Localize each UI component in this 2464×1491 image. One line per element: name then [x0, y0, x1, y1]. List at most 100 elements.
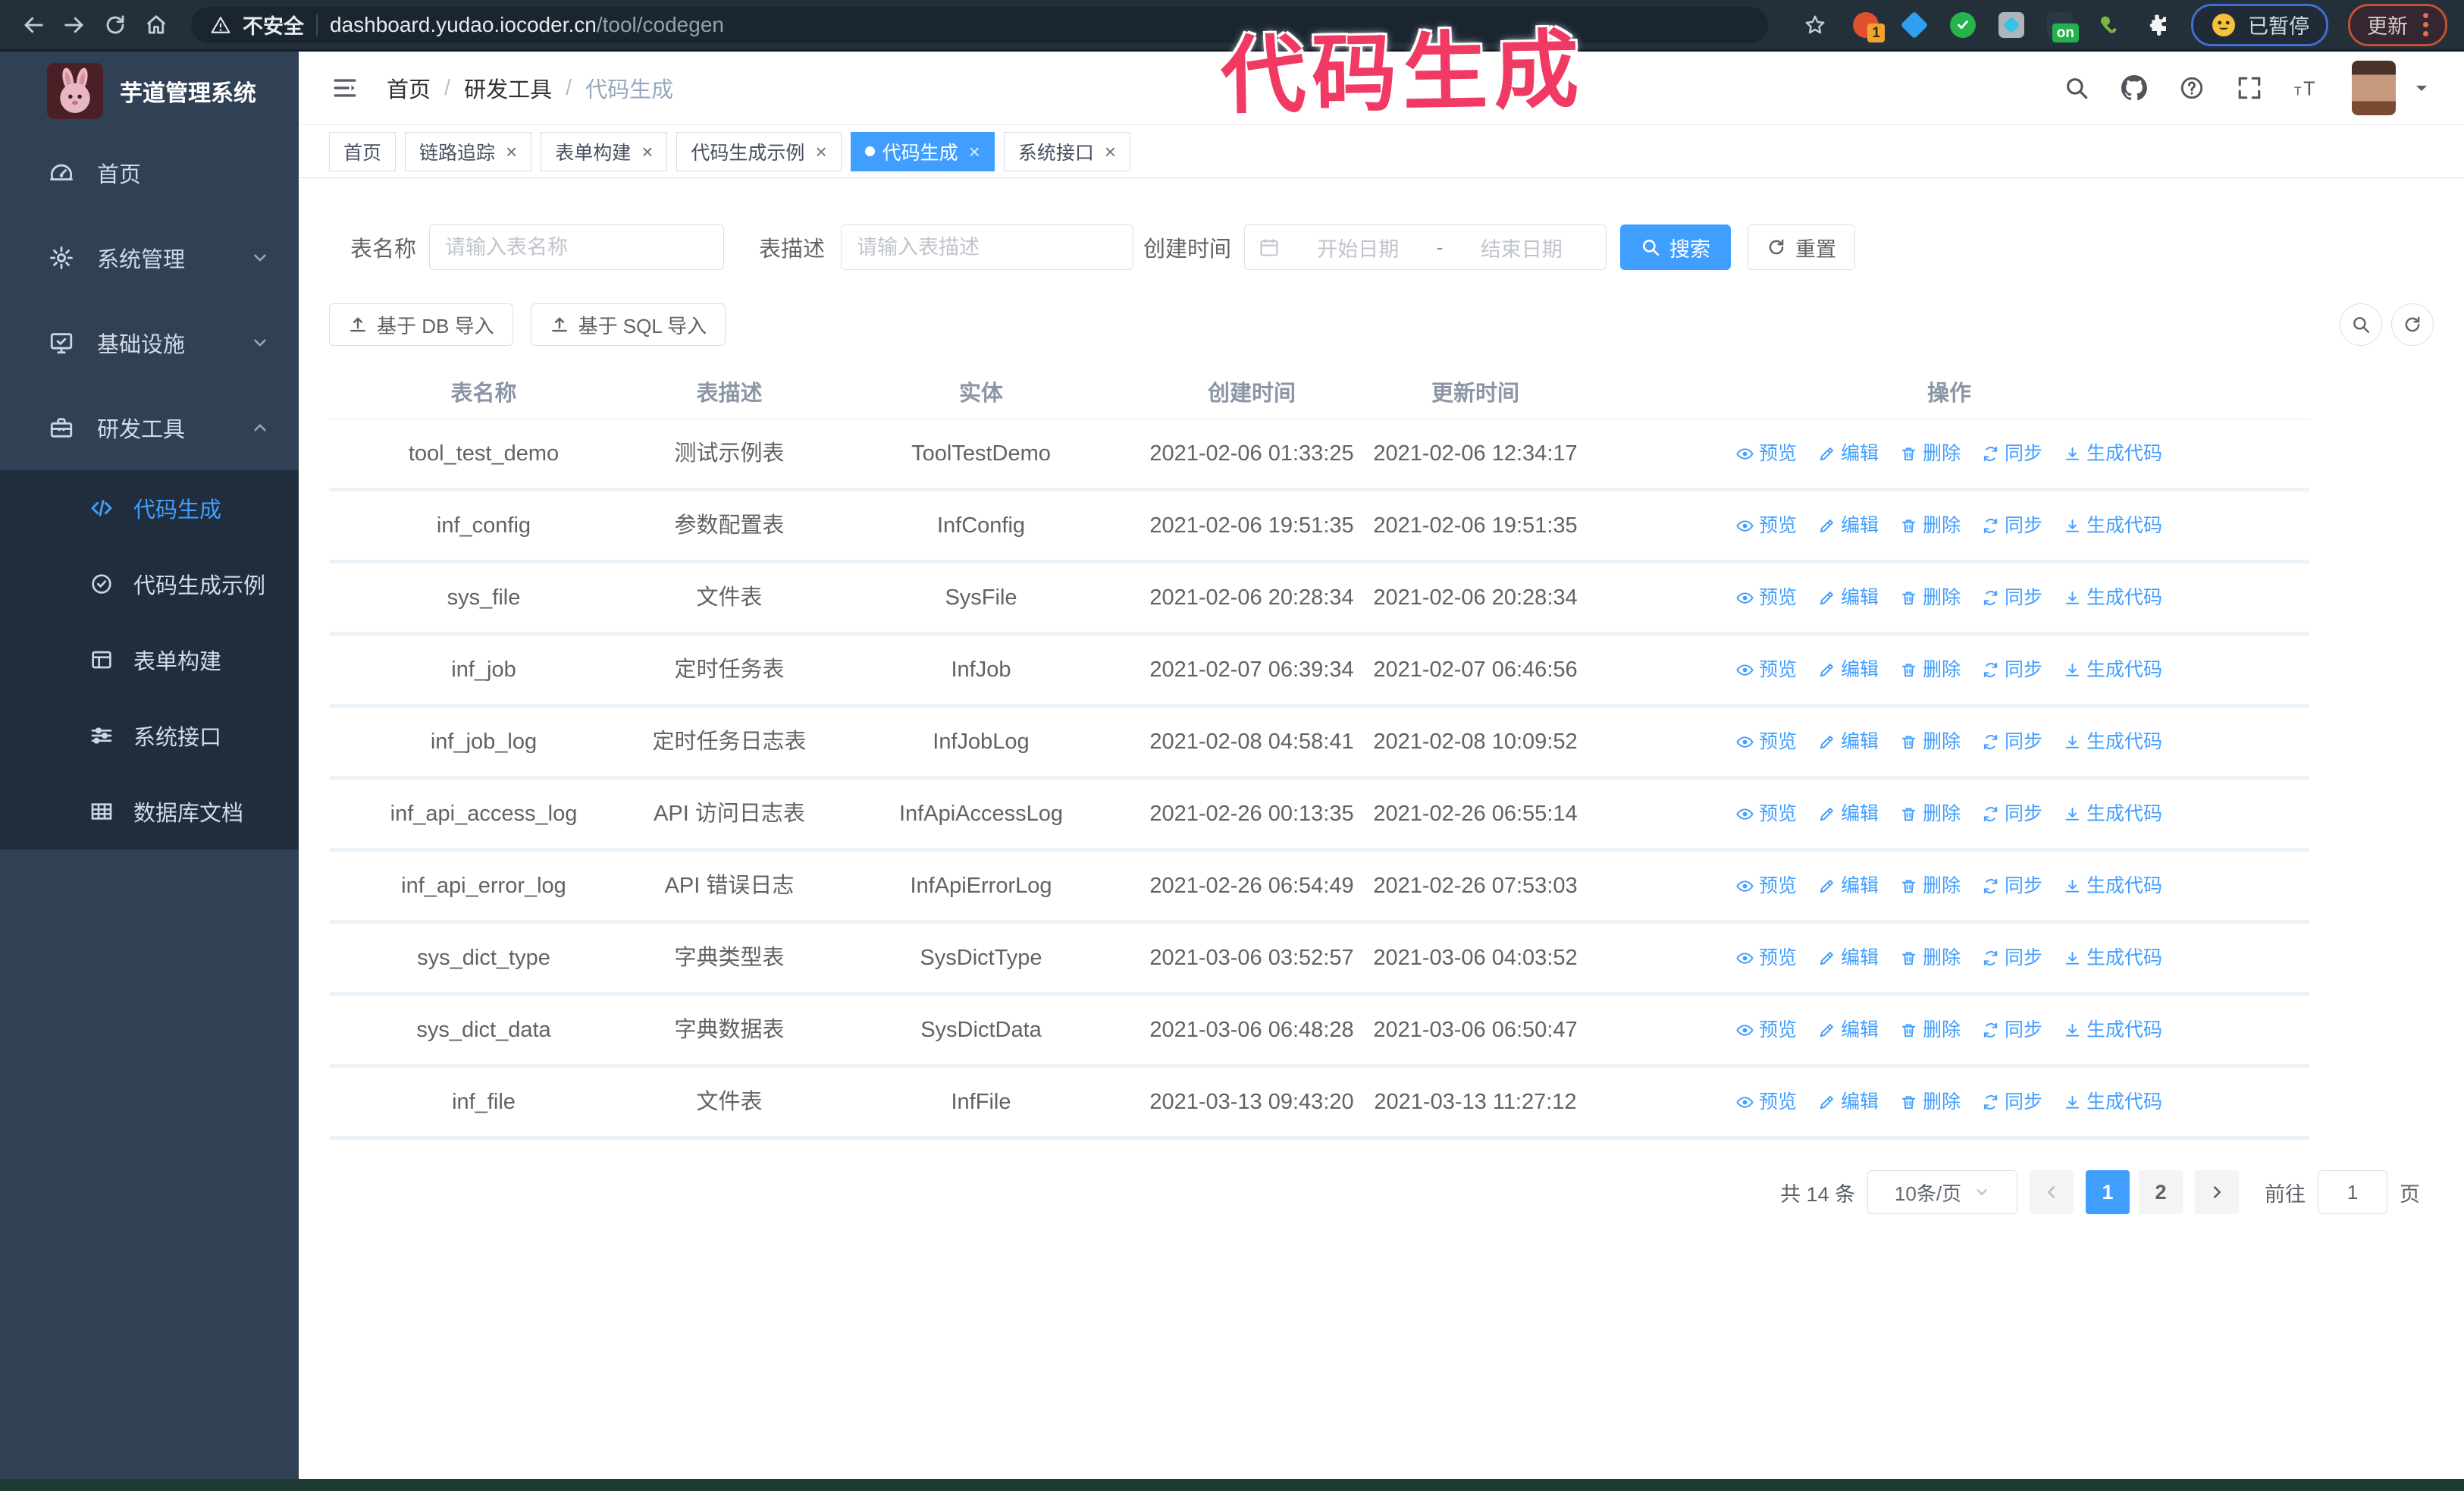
- tab-close-icon[interactable]: ×: [1105, 142, 1116, 162]
- sidebar-subitem-表单构建[interactable]: 表单构建: [0, 622, 299, 698]
- action-编辑[interactable]: 编辑: [1818, 657, 1879, 683]
- tab-close-icon[interactable]: ×: [506, 142, 517, 162]
- search-icon[interactable]: [2064, 75, 2089, 101]
- back-icon[interactable]: [17, 8, 50, 42]
- import-sql-button[interactable]: 基于 SQL 导入: [530, 303, 726, 346]
- tab-close-icon[interactable]: ×: [969, 142, 980, 162]
- create-time-range-picker[interactable]: 开始日期 - 结束日期: [1244, 224, 1607, 270]
- goto-page-input[interactable]: [2318, 1170, 2387, 1214]
- action-预览[interactable]: 预览: [1736, 585, 1797, 611]
- action-删除[interactable]: 删除: [1900, 945, 1961, 971]
- tab-表单构建[interactable]: 表单构建 ×: [541, 131, 668, 171]
- home-icon[interactable]: [140, 8, 173, 42]
- reset-button[interactable]: 重置: [1748, 224, 1856, 270]
- tab-系统接口[interactable]: 系统接口 ×: [1003, 131, 1131, 171]
- action-生成代码[interactable]: 生成代码: [2064, 1089, 2162, 1115]
- next-page-button[interactable]: [2195, 1170, 2239, 1214]
- page-button-1[interactable]: 1: [2086, 1170, 2130, 1214]
- sidebar-item-首页[interactable]: 首页: [0, 130, 299, 215]
- action-生成代码[interactable]: 生成代码: [2064, 873, 2162, 899]
- action-生成代码[interactable]: 生成代码: [2064, 585, 2162, 611]
- profile-paused-pill[interactable]: 已暂停: [2191, 3, 2328, 46]
- collapse-sidebar-icon[interactable]: [332, 75, 358, 101]
- action-删除[interactable]: 删除: [1900, 873, 1961, 899]
- sidebar-item-基础设施[interactable]: 基础设施: [0, 300, 299, 385]
- action-同步[interactable]: 同步: [1982, 1017, 2042, 1043]
- page-size-select[interactable]: 10条/页: [1867, 1170, 2017, 1214]
- sidebar-subitem-代码生成[interactable]: 代码生成: [0, 470, 299, 546]
- action-编辑[interactable]: 编辑: [1818, 513, 1879, 538]
- forward-icon[interactable]: [58, 8, 91, 42]
- action-预览[interactable]: 预览: [1736, 873, 1797, 899]
- refresh-table-button[interactable]: [2391, 303, 2434, 346]
- action-删除[interactable]: 删除: [1900, 657, 1961, 683]
- action-预览[interactable]: 预览: [1736, 729, 1797, 755]
- tab-首页[interactable]: 首页: [329, 131, 397, 171]
- action-预览[interactable]: 预览: [1736, 945, 1797, 971]
- breadcrumb-item[interactable]: 首页: [387, 72, 431, 104]
- action-同步[interactable]: 同步: [1982, 657, 2042, 683]
- action-同步[interactable]: 同步: [1982, 801, 2042, 827]
- extension-icon-3[interactable]: [1948, 11, 1977, 39]
- action-同步[interactable]: 同步: [1982, 513, 2042, 538]
- action-编辑[interactable]: 编辑: [1818, 801, 1879, 827]
- action-编辑[interactable]: 编辑: [1818, 729, 1879, 755]
- tab-close-icon[interactable]: ×: [641, 142, 653, 162]
- import-db-button[interactable]: 基于 DB 导入: [329, 303, 513, 346]
- action-生成代码[interactable]: 生成代码: [2064, 729, 2162, 755]
- action-编辑[interactable]: 编辑: [1818, 873, 1879, 899]
- sidebar-subitem-系统接口[interactable]: 系统接口: [0, 698, 299, 774]
- action-同步[interactable]: 同步: [1982, 945, 2042, 971]
- extension-icon-6[interactable]: [2094, 11, 2123, 39]
- extension-icon-2[interactable]: [1900, 11, 1929, 39]
- action-同步[interactable]: 同步: [1982, 1089, 2042, 1115]
- user-caret-down-icon[interactable]: [2412, 79, 2431, 97]
- search-button[interactable]: 搜索: [1620, 224, 1732, 270]
- url-text[interactable]: dashboard.yudao.iocoder.cn/tool/codegen: [330, 13, 724, 37]
- sidebar-item-研发工具[interactable]: 研发工具: [0, 385, 299, 470]
- github-icon[interactable]: [2121, 75, 2147, 101]
- page-button-2[interactable]: 2: [2139, 1170, 2183, 1214]
- action-删除[interactable]: 删除: [1900, 729, 1961, 755]
- tab-代码生成[interactable]: 代码生成 ×: [850, 131, 995, 171]
- action-预览[interactable]: 预览: [1736, 801, 1797, 827]
- tab-代码生成示例[interactable]: 代码生成示例 ×: [676, 131, 842, 171]
- action-删除[interactable]: 删除: [1900, 1017, 1961, 1043]
- user-avatar[interactable]: [2352, 61, 2396, 115]
- action-删除[interactable]: 删除: [1900, 513, 1961, 538]
- tab-close-icon[interactable]: ×: [815, 142, 826, 162]
- action-生成代码[interactable]: 生成代码: [2064, 1017, 2162, 1043]
- action-生成代码[interactable]: 生成代码: [2064, 945, 2162, 971]
- action-同步[interactable]: 同步: [1982, 873, 2042, 899]
- app-logo-row[interactable]: 芋道管理系统: [0, 52, 299, 130]
- action-预览[interactable]: 预览: [1736, 1089, 1797, 1115]
- action-预览[interactable]: 预览: [1736, 441, 1797, 466]
- toggle-search-button[interactable]: [2340, 303, 2382, 346]
- tab-链路追踪[interactable]: 链路追踪 ×: [405, 131, 532, 171]
- action-同步[interactable]: 同步: [1982, 729, 2042, 755]
- action-删除[interactable]: 删除: [1900, 801, 1961, 827]
- extension-icon-5[interactable]: on: [2045, 11, 2079, 42]
- action-预览[interactable]: 预览: [1736, 657, 1797, 683]
- prev-page-button[interactable]: [2030, 1170, 2074, 1214]
- table-desc-input[interactable]: [841, 224, 1134, 270]
- action-删除[interactable]: 删除: [1900, 585, 1961, 611]
- security-label[interactable]: 不安全: [243, 10, 304, 39]
- extension-icon-1[interactable]: 1: [1851, 11, 1885, 42]
- action-编辑[interactable]: 编辑: [1818, 585, 1879, 611]
- sidebar-subitem-数据库文档[interactable]: 数据库文档: [0, 774, 299, 849]
- browser-menu-icon[interactable]: [2423, 13, 2428, 36]
- question-icon[interactable]: [2179, 75, 2205, 101]
- action-编辑[interactable]: 编辑: [1818, 945, 1879, 971]
- action-生成代码[interactable]: 生成代码: [2064, 801, 2162, 827]
- action-预览[interactable]: 预览: [1736, 1017, 1797, 1043]
- address-bar[interactable]: 不安全 dashboard.yudao.iocoder.cn/tool/code…: [191, 6, 1768, 43]
- bookmark-star-icon[interactable]: [1798, 8, 1832, 42]
- extension-icon-4[interactable]: [1997, 11, 2026, 39]
- action-同步[interactable]: 同步: [1982, 441, 2042, 466]
- action-删除[interactable]: 删除: [1900, 441, 1961, 466]
- reload-icon[interactable]: [99, 8, 132, 42]
- table-name-input[interactable]: [429, 224, 725, 270]
- sidebar-subitem-代码生成示例[interactable]: 代码生成示例: [0, 546, 299, 622]
- action-同步[interactable]: 同步: [1982, 585, 2042, 611]
